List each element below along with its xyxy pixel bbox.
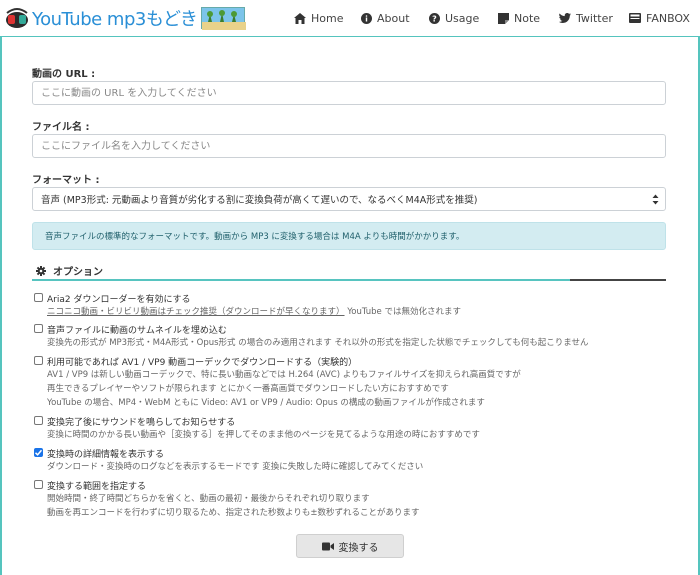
- convert-button-label: 変換する: [338, 542, 379, 554]
- option-range-checkbox[interactable]: [34, 480, 43, 489]
- option-range-desc-1: 開始時間・終了時間どちらかを省くと、動画の最初・最後からそれぞれ切り取ります: [47, 494, 370, 504]
- option-sound-desc: 変換に時間のかかる長い動画や［変換する］を押してそのまま他のページを見てるような…: [47, 430, 480, 440]
- format-label: フォーマット :: [32, 175, 100, 186]
- option-verbose-label[interactable]: 変換時の詳細情報を表示する: [47, 447, 164, 460]
- option-verbose-checkbox[interactable]: [34, 448, 43, 457]
- option-av1-vp9-checkbox[interactable]: [34, 356, 43, 365]
- option-range-desc-2: 動画を再エンコードを行わずに切り取るため、指定された秒数よりも±数秒ずれることが…: [47, 508, 420, 518]
- option-av1-vp9-desc-2: 再生できるプレイヤーやソフトが限られます とにかく一番高画質でダウンロードしたい…: [47, 384, 449, 394]
- video-camera-icon: [321, 542, 334, 550]
- option-sound-checkbox[interactable]: [34, 416, 43, 425]
- filename-label: ファイル名 :: [32, 122, 90, 133]
- nav-twitter[interactable]: Twitter: [559, 0, 613, 36]
- gear-icon: [36, 265, 46, 276]
- format-select[interactable]: 音声 (MP3形式: 元動画より音質が劣化する割に変換負荷が高くて遅いので、なる…: [32, 187, 666, 211]
- option-range-label[interactable]: 変換する範囲を指定する: [47, 479, 146, 492]
- nav-fanbox-label: FANBOX: [646, 11, 690, 25]
- options-header: オプション: [32, 260, 666, 281]
- option-thumbnail-desc: 変換先の形式が MP3形式・M4A形式・Opus形式 の場合のみ適用されます そ…: [47, 338, 589, 348]
- nav-note[interactable]: Note: [498, 0, 540, 36]
- info-icon: [361, 12, 372, 24]
- site-logo[interactable]: YouTube mp3もどき: [4, 4, 247, 32]
- option-thumbnail-checkbox[interactable]: [34, 324, 43, 333]
- svg-text:?: ?: [432, 14, 437, 23]
- logo-icon: [4, 6, 30, 30]
- nav-note-label: Note: [514, 11, 541, 25]
- note-icon: [498, 12, 509, 24]
- options-title-label: オプション: [53, 267, 103, 278]
- nav-fanbox[interactable]: FANBOX: [629, 0, 690, 36]
- nav-home[interactable]: Home: [294, 0, 343, 36]
- option-aria2-label[interactable]: Aria2 ダウンローダーを有効にする: [47, 292, 191, 305]
- option-aria2-desc: ニコニコ動画・ビリビリ動画はチェック推奨（ダウンロードが早くなります） YouT…: [47, 307, 461, 317]
- nav-about[interactable]: About: [361, 0, 410, 36]
- fanbox-icon: [629, 13, 641, 23]
- nav-usage-label: Usage: [445, 11, 480, 25]
- filename-input[interactable]: [32, 134, 666, 158]
- options-underline-active: [32, 279, 570, 281]
- option-verbose-desc: ダウンロード・変換時のログなどを表示するモードです 変換に失敗した時に確認してみ…: [47, 462, 424, 472]
- option-sound-label[interactable]: 変換完了後にサウンドを鳴らしてお知らせする: [47, 415, 235, 428]
- nav-about-label: About: [377, 11, 410, 25]
- convert-button[interactable]: 変換する: [296, 534, 404, 558]
- options-underline-rest: [570, 279, 666, 281]
- nav-usage[interactable]: ? Usage: [429, 0, 479, 36]
- option-av1-vp9-desc-1: AV1 / VP9 は新しい動画コーデックで、特に長い動画などでは H.264 …: [47, 370, 521, 380]
- options-title: オプション: [36, 263, 103, 278]
- format-select-value: 音声 (MP3形式: 元動画より音質が劣化する割に変換負荷が高くて遅いので、なる…: [41, 195, 478, 206]
- url-label: 動画の URL :: [32, 69, 96, 80]
- nav-twitter-label: Twitter: [576, 11, 613, 25]
- top-navbar: YouTube mp3もどき Home About ? Usage Note T…: [0, 0, 700, 36]
- select-caret-icon: [652, 194, 659, 205]
- logo-text: YouTube mp3もどき: [32, 9, 198, 30]
- nav-home-label: Home: [311, 11, 344, 25]
- checkmark-icon: [34, 449, 43, 456]
- option-av1-vp9-desc-3: YouTube の場合、MP4・WebM ともに Video: AV1 or V…: [47, 398, 485, 408]
- twitter-icon: [559, 13, 571, 23]
- option-thumbnail-label[interactable]: 音声ファイルに動画のサムネイルを埋め込む: [47, 323, 227, 336]
- question-icon: ?: [429, 12, 440, 24]
- option-av1-vp9-label[interactable]: 利用可能であれば AV1 / VP9 動画コーデックでダウンロードする（実験的）: [47, 355, 357, 368]
- logo-decoration: [201, 7, 247, 30]
- format-info-alert: 音声ファイルの標準的なフォーマットです。動画から MP3 に変換する場合は M4…: [32, 222, 666, 250]
- option-aria2-checkbox[interactable]: [34, 293, 43, 302]
- url-input[interactable]: [32, 81, 666, 105]
- format-info-text: 音声ファイルの標準的なフォーマットです。動画から MP3 に変換する場合は M4…: [45, 232, 465, 242]
- home-icon: [294, 12, 306, 24]
